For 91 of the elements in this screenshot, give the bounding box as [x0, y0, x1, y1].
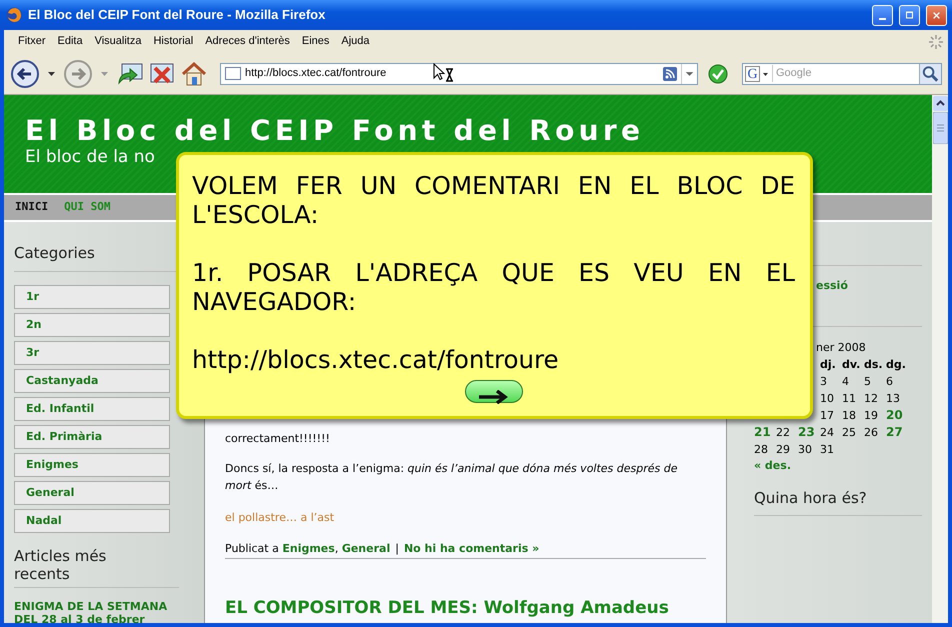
calendar-day: 12: [864, 392, 878, 405]
category-link[interactable]: 2n: [14, 312, 170, 336]
calendar-day-link[interactable]: 23: [798, 425, 815, 439]
menu-item[interactable]: Fitxer: [12, 33, 52, 50]
blog-subtitle: El bloc de la no: [25, 146, 155, 168]
category-link[interactable]: Ed. Primària: [14, 424, 170, 448]
weekday-label: dg.: [886, 358, 906, 371]
search-icon[interactable]: [919, 64, 941, 84]
instruction-url: http://blocs.xtec.cat/fontroure: [192, 345, 560, 374]
menu-item[interactable]: Ajuda: [335, 33, 376, 50]
maximize-icon: [906, 10, 913, 20]
cursor-hourglass-icon: [433, 63, 455, 83]
throbber-icon: [928, 34, 944, 50]
maximize-button[interactable]: [899, 4, 920, 26]
firefox-logo-icon: [6, 7, 22, 23]
calendar-day: 26: [864, 426, 878, 439]
calendar-day: 19: [864, 409, 878, 422]
category-link[interactable]: General: [14, 480, 170, 504]
instruction-text: VOLEM FER UN COMENTARI EN EL BLOC DE L'ESCOLA:: [192, 171, 795, 229]
calendar-day: 3: [820, 375, 827, 388]
menu-item[interactable]: Historial: [147, 33, 200, 50]
instruction-text: 1r. POSAR L'ADREÇA QUE ES VEU EN EL NAVEGADOR:: [192, 258, 795, 316]
calendar-caption: ner 2008: [816, 340, 866, 356]
post-link[interactable]: ENIGMA DE LA SETMANA DEL 28 al 3 de febrer: [14, 600, 184, 623]
next-button[interactable]: [464, 380, 522, 403]
menu-item[interactable]: Visualitza: [88, 33, 148, 50]
category-link[interactable]: 3r: [14, 340, 170, 364]
window-title: El Bloc del CEIP Font del Roure - Mozilla Firefox: [28, 6, 326, 24]
calendar-day-link[interactable]: 21: [754, 425, 771, 439]
calendar-day: 11: [842, 392, 856, 405]
address-bar[interactable]: http://blocs.xtec.cat/fontroure: [220, 62, 698, 84]
calendar-day: 28: [754, 443, 768, 456]
weekday-label: dv.: [842, 358, 860, 371]
menu-item[interactable]: Adreces d'interès: [199, 33, 296, 50]
calendar-day: 18: [842, 409, 856, 422]
category-link[interactable]: Nadal: [14, 508, 170, 532]
blog-title[interactable]: El Bloc del CEIP Font del Roure: [25, 116, 932, 147]
category-link[interactable]: General: [342, 542, 390, 555]
menu-item[interactable]: Edita: [52, 33, 89, 50]
scroll-thumb[interactable]: [932, 112, 948, 144]
category-link[interactable]: Enigmes: [14, 452, 170, 476]
post-text: Doncs sí, la resposta a l’enigma: quin és l’animal que dóna més voltes després de mort és…: [225, 461, 679, 494]
page-icon: [225, 67, 241, 80]
scrollbar[interactable]: [932, 95, 948, 623]
calendar-day: 17: [820, 409, 834, 422]
weekday-label: dj.: [820, 358, 836, 371]
caret-icon[interactable]: [48, 72, 55, 76]
category-link[interactable]: Ed. Infantil: [14, 396, 170, 420]
calendar-day: 22: [776, 426, 790, 439]
weekday-label: ds.: [864, 358, 883, 371]
calendar-day: 25: [842, 426, 856, 439]
calendar-day: 5: [864, 375, 871, 388]
calendar-day: 6: [886, 375, 893, 388]
search-engine-logo[interactable]: G: [745, 66, 760, 82]
section-heading: Quina hora és?: [754, 486, 922, 516]
close-button[interactable]: [926, 4, 947, 26]
category-link[interactable]: Enigmes: [282, 542, 335, 555]
previous-month-link[interactable]: « des.: [754, 458, 791, 474]
scroll-up-icon[interactable]: [932, 96, 948, 111]
post-text: correctament!!!!!!!: [225, 431, 331, 447]
arrow-icon: [476, 390, 510, 404]
comments-link[interactable]: No hi ha comentaris »: [404, 542, 540, 555]
calendar-day-link[interactable]: 20: [886, 408, 903, 422]
back-button[interactable]: [10, 58, 40, 88]
category-link[interactable]: Castanyada: [14, 368, 170, 392]
post-text: el pollastre… a l’ast: [225, 510, 336, 526]
category-link[interactable]: 1r: [14, 284, 170, 308]
calendar-day: 24: [820, 426, 834, 439]
login-link[interactable]: essió: [816, 278, 848, 294]
reload-button[interactable]: [116, 60, 144, 86]
calendar-day-link[interactable]: 27: [886, 425, 903, 439]
calendar-day: 4: [842, 375, 849, 388]
home-button[interactable]: [180, 60, 208, 88]
calendar-day: 10: [820, 392, 834, 405]
menu-item[interactable]: Eines: [296, 33, 336, 50]
calendar-day: 31: [820, 443, 834, 456]
separator-text: |: [395, 542, 399, 555]
calendar-day: 13: [886, 392, 900, 405]
go-check-icon[interactable]: [708, 64, 728, 84]
nav-link[interactable]: INICI: [15, 199, 48, 216]
separator-text: ,: [334, 542, 338, 555]
calendar-day: 30: [798, 443, 812, 456]
section-heading: Articles més recents: [14, 546, 179, 588]
search-bar[interactable]: G Google: [742, 62, 942, 84]
minimize-button[interactable]: [872, 4, 893, 26]
meta-text: Publicat a: [225, 542, 280, 555]
post-title[interactable]: EL COMPOSITOR DEL MES: Wolfgang Amadeus: [225, 598, 706, 618]
rss-feed-icon[interactable]: [663, 66, 677, 80]
minimize-icon: [879, 18, 886, 20]
close-icon: [933, 10, 940, 20]
calendar-day: 29: [776, 443, 790, 456]
